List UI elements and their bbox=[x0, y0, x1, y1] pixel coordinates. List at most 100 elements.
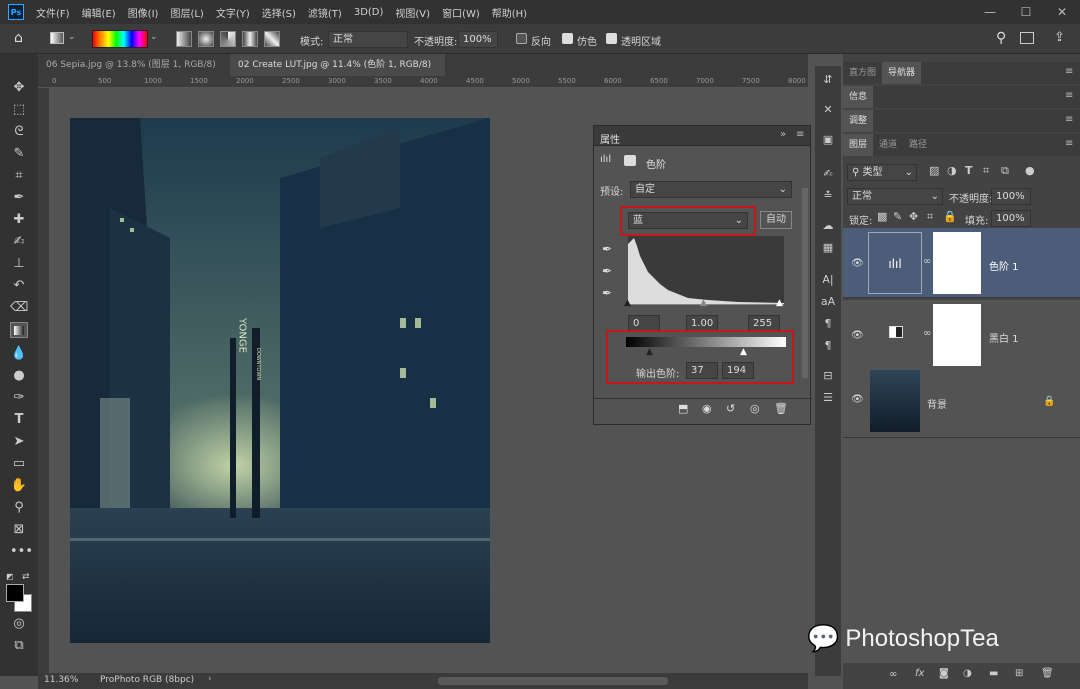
rectangle-tool-icon[interactable]: ▭ bbox=[10, 456, 28, 472]
input-black-slider[interactable]: ▲ bbox=[624, 298, 631, 308]
menu-edit[interactable]: 编辑(E) bbox=[82, 5, 116, 20]
input-gamma-slider[interactable]: ▲ bbox=[700, 298, 707, 308]
default-colors-icon[interactable]: ◩ bbox=[6, 572, 16, 582]
close-button[interactable]: ✕ bbox=[1044, 5, 1080, 19]
fx-icon[interactable]: fx bbox=[915, 668, 924, 679]
menu-3d[interactable]: 3D(D) bbox=[354, 7, 384, 18]
adjustments-icon[interactable]: ≛ bbox=[819, 188, 837, 204]
type-tool-icon[interactable]: T bbox=[10, 412, 28, 428]
horizontal-scrollbar[interactable] bbox=[438, 677, 668, 685]
clip-to-layer-icon[interactable]: ⬒ bbox=[678, 402, 688, 415]
new-group-icon[interactable]: ▬ bbox=[989, 668, 998, 679]
layer-name[interactable]: 黑白 1 bbox=[989, 330, 1019, 345]
chevron-down-icon[interactable]: ⌄ bbox=[150, 32, 158, 42]
menu-image[interactable]: 图像(I) bbox=[128, 5, 159, 20]
home-icon[interactable]: ⌂ bbox=[14, 30, 23, 46]
layer-mask-thumbnail[interactable] bbox=[933, 304, 981, 366]
layer-mask-thumbnail[interactable] bbox=[933, 232, 981, 294]
layer-opacity-field[interactable]: 100% bbox=[991, 188, 1031, 205]
filter-adjustment-icon[interactable]: ◑ bbox=[947, 164, 957, 177]
layer-background[interactable]: 👁 背景 🔒 bbox=[843, 368, 1080, 438]
search-icon[interactable]: ⚲ bbox=[996, 30, 1006, 46]
character-style-icon[interactable]: aA bbox=[819, 294, 837, 310]
styles-icon[interactable]: ☁ bbox=[819, 218, 837, 234]
eyedropper-tool-icon[interactable]: ✒ bbox=[10, 190, 28, 206]
paragraph-icon[interactable]: ¶ bbox=[819, 316, 837, 332]
path-select-tool-icon[interactable]: ➤ bbox=[10, 434, 28, 450]
menu-view[interactable]: 视图(V) bbox=[395, 5, 430, 20]
menu-icon[interactable]: ≡ bbox=[1065, 114, 1073, 125]
output-black-field[interactable]: 37 bbox=[686, 362, 718, 379]
dither-checkbox[interactable] bbox=[562, 33, 573, 44]
crop-tool-icon[interactable]: ⌗ bbox=[10, 168, 28, 184]
filter-smart-object-icon[interactable]: ⧉ bbox=[1001, 164, 1009, 178]
swatches-icon[interactable]: ▦ bbox=[819, 240, 837, 256]
filter-shape-icon[interactable]: ⌗ bbox=[983, 164, 989, 178]
paragraph-style-icon[interactable]: ¶ bbox=[819, 338, 837, 354]
visibility-eye-icon[interactable]: 👁 bbox=[851, 394, 864, 405]
auto-button[interactable]: 自动 bbox=[760, 211, 792, 229]
tab-info[interactable]: 信息 bbox=[843, 86, 874, 108]
delete-icon[interactable]: 🗑 bbox=[774, 402, 788, 415]
visibility-eye-icon[interactable]: 👁 bbox=[851, 330, 864, 341]
dodge-tool-icon[interactable]: ● bbox=[10, 368, 28, 384]
linear-gradient-button[interactable] bbox=[176, 31, 192, 47]
radial-gradient-button[interactable] bbox=[198, 31, 214, 47]
zoom-tool-icon[interactable]: ⚲ bbox=[10, 500, 28, 516]
minimize-button[interactable]: — bbox=[972, 5, 1008, 19]
layer-black-white[interactable]: 👁 ∞ 黑白 1 bbox=[843, 300, 1080, 370]
history-brush-tool-icon[interactable]: ↶ bbox=[10, 278, 28, 294]
gray-point-eyedropper-icon[interactable]: ✒ bbox=[602, 264, 612, 278]
input-white-slider[interactable]: ▲ bbox=[776, 298, 783, 308]
clone-stamp-tool-icon[interactable]: ⊥ bbox=[10, 256, 28, 272]
tab-layers[interactable]: 图层 bbox=[843, 134, 874, 156]
history-icon[interactable]: ⇵ bbox=[819, 72, 837, 88]
new-layer-icon[interactable]: ⊞ bbox=[1015, 668, 1023, 679]
opacity-field[interactable]: 100% bbox=[458, 31, 498, 48]
eraser-tool-icon[interactable]: ⌫ bbox=[10, 300, 28, 316]
lock-transparency-icon[interactable]: ▩ bbox=[877, 210, 887, 223]
tab-adjustments[interactable]: 调整 bbox=[843, 110, 874, 132]
visibility-eye-icon[interactable]: 👁 bbox=[851, 258, 864, 269]
output-white-field[interactable]: 194 bbox=[722, 362, 754, 379]
menu-help[interactable]: 帮助(H) bbox=[492, 5, 527, 20]
info-panel-header[interactable]: 信息 bbox=[843, 86, 1080, 108]
black-point-eyedropper-icon[interactable]: ✒ bbox=[602, 242, 612, 256]
document-image[interactable]: YONGE DOWNTOWN bbox=[70, 118, 490, 643]
collapse-icon[interactable]: » bbox=[780, 129, 786, 140]
tab-navigator[interactable]: 导航器 bbox=[882, 62, 922, 84]
libraries-icon[interactable]: ⊟ bbox=[819, 368, 837, 384]
filter-type-icon[interactable]: T bbox=[965, 164, 973, 177]
preset-dropdown[interactable]: 自定 ⌄ bbox=[630, 181, 792, 198]
share-icon[interactable]: ⇪ bbox=[1054, 30, 1065, 45]
layer-levels[interactable]: 👁 ılıl ∞ 色阶 1 bbox=[843, 228, 1080, 298]
tab-create-lut[interactable]: 02 Create LUT.jpg @ 11.4% (色阶 1, RGB/8) … bbox=[230, 54, 445, 92]
menu-icon[interactable]: ≡ bbox=[1065, 66, 1073, 77]
menu-filter[interactable]: 滤镜(T) bbox=[308, 5, 342, 20]
reverse-checkbox[interactable] bbox=[516, 33, 527, 44]
lock-position-icon[interactable]: ✥ bbox=[909, 210, 918, 223]
chevron-down-icon[interactable]: ⌄ bbox=[68, 32, 76, 42]
character-icon[interactable]: A| bbox=[819, 272, 837, 288]
photoshop-logo-icon[interactable]: Ps bbox=[8, 4, 24, 20]
new-adjustment-icon[interactable]: ◑ bbox=[963, 668, 972, 679]
chevron-right-icon[interactable]: › bbox=[208, 674, 212, 684]
gradient-tool-icon[interactable] bbox=[10, 322, 28, 338]
maximize-button[interactable]: ☐ bbox=[1008, 5, 1044, 19]
tab-histogram[interactable]: 直方图 bbox=[843, 62, 882, 84]
color-profile[interactable]: ProPhoto RGB (8bpc) bbox=[100, 675, 194, 685]
menu-window[interactable]: 窗口(W) bbox=[442, 5, 480, 20]
mask-icon[interactable] bbox=[624, 155, 636, 166]
link-layers-icon[interactable]: ∞ bbox=[889, 669, 897, 680]
angle-gradient-button[interactable] bbox=[220, 31, 236, 47]
reset-icon[interactable]: ↺ bbox=[726, 402, 735, 415]
blur-tool-icon[interactable]: 💧 bbox=[10, 346, 28, 362]
transparency-checkbox[interactable] bbox=[606, 33, 617, 44]
gradient-tool-preset-icon[interactable] bbox=[50, 32, 64, 44]
fill-field[interactable]: 100% bbox=[991, 210, 1031, 227]
brush-settings-icon[interactable]: ✍ bbox=[819, 166, 837, 182]
hand-tool-icon[interactable]: ✋ bbox=[10, 478, 28, 494]
more-tools-icon[interactable]: ••• bbox=[10, 544, 33, 560]
foreground-color-swatch[interactable] bbox=[6, 584, 24, 602]
quick-select-tool-icon[interactable]: ✎ bbox=[10, 146, 28, 162]
